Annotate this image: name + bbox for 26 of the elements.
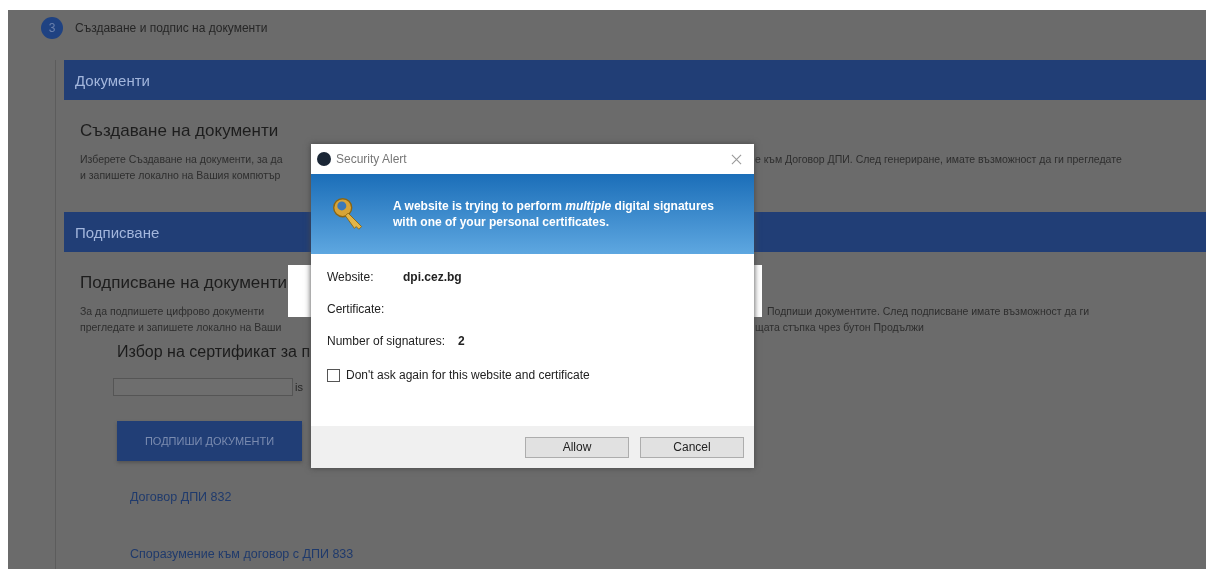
detail-label: Certificate: [327, 302, 386, 318]
window-title: Security Alert [336, 152, 407, 166]
paragraph-text: щата стъпка чрез бутон Продължи [755, 320, 924, 335]
paragraph-text: Подпиши документите. След подписване имате възможност да ги [767, 304, 1090, 319]
paragraph-text: Изберете Създаване на документи, за да [80, 152, 283, 167]
section-header: Документи [64, 60, 1206, 100]
section-heading: Създаване на документи [80, 121, 279, 142]
paragraph-text: прегледате и запишете локално на Ваши [80, 320, 282, 335]
detail-label: Number of signatures: [327, 334, 446, 350]
detail-value: 2 [458, 334, 465, 350]
detail-label: Website: [327, 270, 375, 286]
checkbox[interactable] [327, 368, 340, 382]
field-label: Избор на сертификат за п [117, 343, 311, 361]
field-text: is [295, 381, 303, 393]
step-title: Създаване и подпис на документи [75, 21, 268, 35]
detail-value: dpi.cez.bg [403, 270, 462, 286]
dialog-button[interactable]: Allow [525, 436, 629, 458]
step-number: 3 [41, 17, 63, 39]
certificate-field[interactable] [113, 378, 293, 396]
app-icon [317, 152, 331, 166]
paragraph-text: и запишете локално на Вашия компютър [80, 168, 281, 183]
checkbox-label[interactable]: Don't ask again for this website and certificate [346, 368, 590, 382]
close-icon[interactable] [731, 153, 742, 165]
section-heading: Подписване на документи [80, 273, 287, 294]
dialog-button[interactable]: Cancel [640, 436, 744, 458]
paragraph-text: За да подпишете цифрово документи [80, 304, 265, 319]
